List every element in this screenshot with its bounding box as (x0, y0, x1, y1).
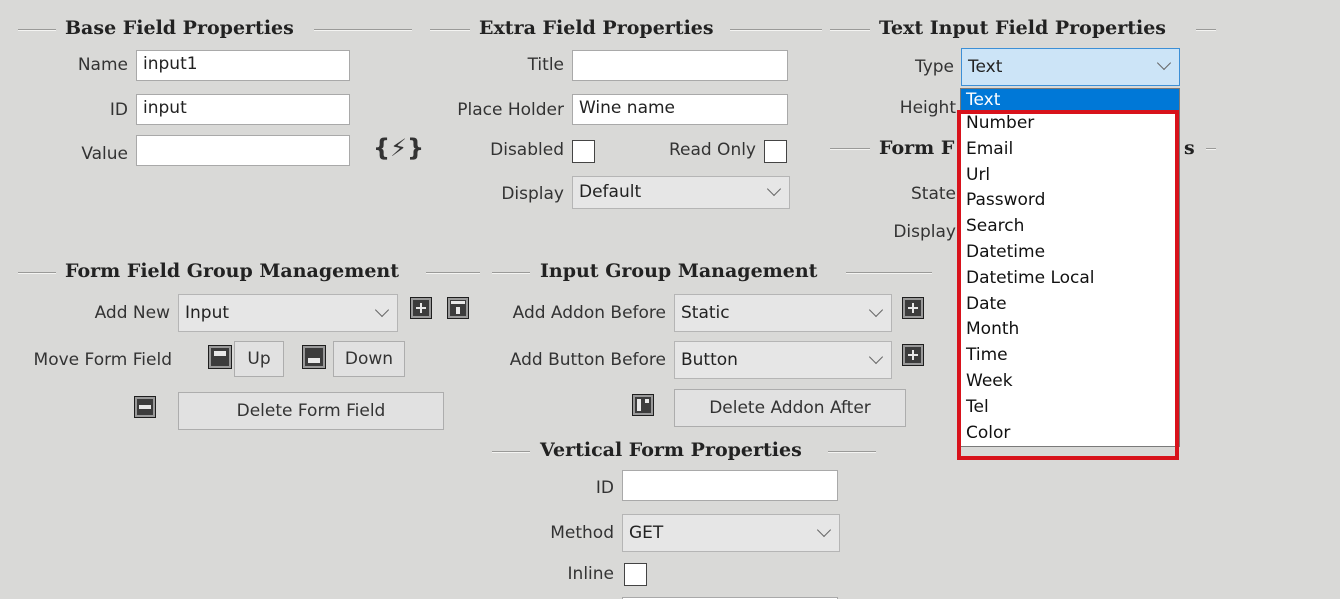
chevron-down-icon (766, 181, 782, 197)
type-option[interactable]: Text (961, 89, 1179, 111)
value-label: Value (81, 144, 128, 164)
vf-id-field[interactable] (622, 470, 838, 501)
extra-field-title: Extra Field Properties (479, 17, 714, 39)
method-label: Method (550, 523, 614, 543)
chevron-down-icon (374, 302, 390, 318)
text-input-title: Text Input Field Properties (879, 17, 1167, 39)
section-rule (18, 272, 56, 274)
name-label: Name (77, 55, 128, 75)
section-rule (314, 29, 412, 31)
type-option[interactable]: Number (961, 111, 1179, 137)
vf-id-label: ID (595, 478, 614, 498)
method-select-value: GET (629, 523, 664, 543)
addon-before-select-value: Static (681, 303, 730, 323)
add-new-label: Add New (94, 303, 170, 323)
title-field[interactable] (572, 50, 788, 81)
display-label: Display (501, 184, 564, 204)
type-option[interactable]: Password (961, 188, 1179, 214)
move-up-icon[interactable] (208, 345, 232, 369)
move-down-icon[interactable] (302, 345, 326, 369)
section-rule (492, 272, 530, 274)
state-label: State (911, 184, 956, 204)
type-select[interactable]: Text (961, 48, 1180, 86)
add-after-icon[interactable] (447, 297, 469, 319)
type-option[interactable]: Time (961, 343, 1179, 369)
form-display-label: Display (893, 222, 956, 242)
section-rule (492, 451, 530, 453)
delete-addon-icon[interactable] (632, 394, 654, 416)
chevron-down-icon (816, 522, 832, 538)
section-rule (426, 272, 480, 274)
placeholder-label: Place Holder (457, 100, 564, 120)
method-select[interactable]: GET (622, 514, 840, 552)
readonly-checkbox[interactable] (764, 140, 787, 163)
button-before-label: Add Button Before (509, 350, 666, 370)
section-rule (730, 29, 822, 31)
section-rule (830, 29, 870, 31)
base-field-title: Base Field Properties (65, 17, 294, 39)
add-new-select-value: Input (185, 303, 230, 323)
section-rule (18, 29, 56, 31)
add-before-icon[interactable] (410, 297, 432, 319)
type-option[interactable]: Email (961, 137, 1179, 163)
type-dropdown-list[interactable]: Text Number Email Url Password Search Datetime… (960, 88, 1180, 448)
add-new-select[interactable]: Input (178, 294, 398, 332)
placeholder-field[interactable]: Wine name (572, 94, 788, 125)
disabled-checkbox[interactable] (572, 140, 595, 163)
type-option[interactable]: Datetime (961, 240, 1179, 266)
chevron-down-icon (1156, 55, 1172, 71)
form-field-title-tail: s (1184, 137, 1195, 159)
type-option[interactable]: Url (961, 163, 1179, 189)
move-field-label: Move Form Field (33, 350, 172, 370)
type-option[interactable]: Search (961, 214, 1179, 240)
input-group-title: Input Group Management (540, 260, 818, 282)
name-field[interactable]: input1 (136, 50, 350, 81)
section-rule (830, 148, 870, 150)
type-select-value: Text (968, 57, 1003, 77)
addon-before-label: Add Addon Before (512, 303, 666, 323)
display-select[interactable]: Default (572, 176, 790, 209)
lightning-icon[interactable]: {⚡} (373, 134, 424, 162)
readonly-label: Read Only (668, 140, 756, 160)
value-field[interactable] (136, 135, 350, 166)
id-field[interactable]: input (136, 94, 350, 125)
section-rule (846, 272, 932, 274)
add-addon-icon[interactable] (902, 297, 924, 319)
chevron-down-icon (868, 349, 884, 365)
delete-field-icon[interactable] (134, 396, 156, 418)
section-rule (828, 451, 876, 453)
form-field-title: Form F (879, 137, 955, 159)
type-option[interactable]: Datetime Local (961, 266, 1179, 292)
type-option[interactable]: Tel (961, 395, 1179, 421)
height-label: Height (899, 98, 956, 118)
id-label: ID (109, 100, 128, 120)
type-option[interactable]: Week (961, 369, 1179, 395)
display-select-value: Default (579, 182, 642, 202)
delete-addon-after-button[interactable]: Delete Addon After (674, 389, 906, 427)
disabled-label: Disabled (490, 140, 564, 160)
type-option[interactable]: Month (961, 317, 1179, 343)
delete-form-field-button[interactable]: Delete Form Field (178, 392, 444, 430)
button-before-select[interactable]: Button (674, 341, 892, 379)
move-down-button[interactable]: Down (333, 341, 405, 377)
type-option[interactable]: Color (961, 421, 1179, 447)
chevron-down-icon (868, 302, 884, 318)
group-mgmt-title: Form Field Group Management (65, 260, 400, 282)
type-label: Type (914, 57, 954, 77)
section-rule (1196, 29, 1216, 31)
vertical-form-title: Vertical Form Properties (540, 439, 802, 461)
section-rule (430, 29, 470, 31)
button-before-select-value: Button (681, 350, 738, 370)
inline-label: Inline (567, 564, 614, 584)
add-button-icon[interactable] (902, 344, 924, 366)
title-label: Title (527, 55, 564, 75)
type-option[interactable]: Date (961, 292, 1179, 318)
section-rule (1206, 148, 1216, 150)
addon-before-select[interactable]: Static (674, 294, 892, 332)
move-up-button[interactable]: Up (234, 341, 284, 377)
inline-checkbox[interactable] (624, 563, 647, 586)
